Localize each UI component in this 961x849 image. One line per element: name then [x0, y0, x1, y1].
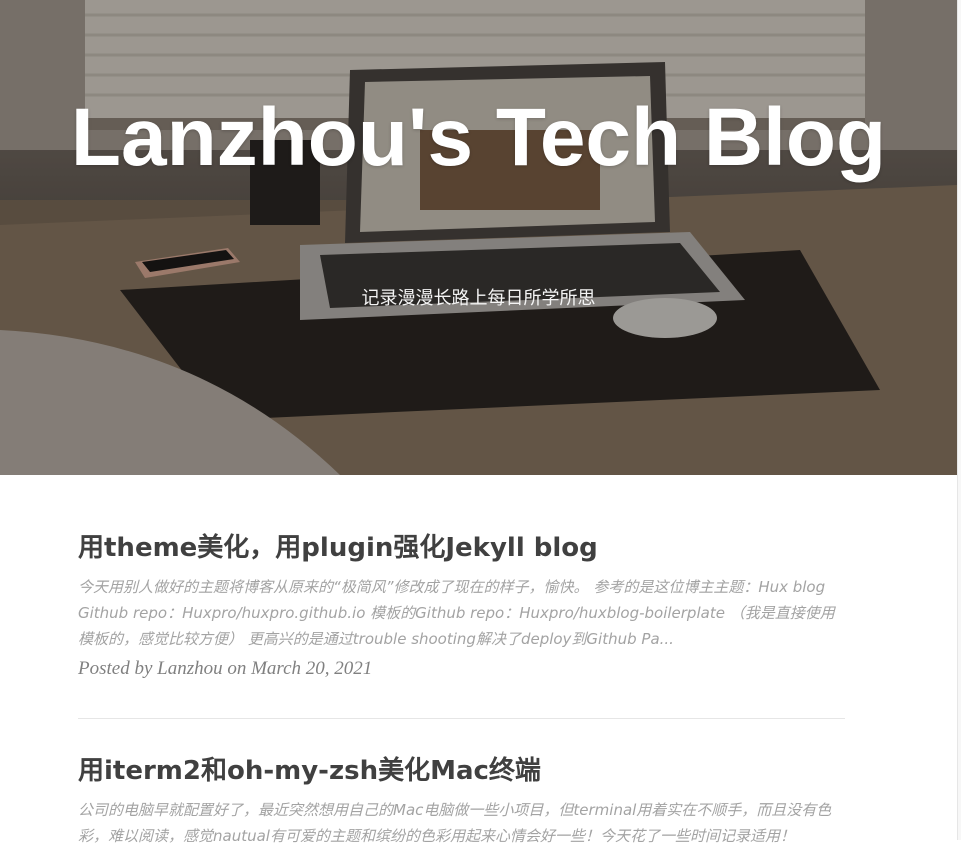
post-preview: 用theme美化，用plugin强化Jekyll blog 今天用别人做好的主题… [78, 528, 845, 682]
post-list: 用theme美化，用plugin强化Jekyll blog 今天用别人做好的主题… [78, 528, 845, 849]
post-title-link[interactable]: 用theme美化，用plugin强化Jekyll blog [78, 528, 845, 568]
hero-header: Lanzhou's Tech Blog 记录漫漫长路上每日所学所思 [0, 0, 957, 475]
post-title-link[interactable]: 用iterm2和oh-my-zsh美化Mac终端 [78, 751, 845, 791]
site-title: Lanzhou's Tech Blog [70, 92, 887, 183]
post-excerpt: 今天用别人做好的主题将博客从原来的“极简风”修改成了现在的样子，愉快。 参考的是… [78, 578, 835, 648]
post-excerpt: 公司的电脑早就配置好了，最近突然想用自己的Mac电脑做一些小项目，但termin… [78, 801, 832, 845]
post-divider [78, 718, 845, 719]
post-preview: 用iterm2和oh-my-zsh美化Mac终端 公司的电脑早就配置好了，最近突… [78, 751, 845, 849]
site-subtitle: 记录漫漫长路上每日所学所思 [361, 288, 596, 309]
hero-overlay [0, 0, 957, 475]
post-meta: Posted by Lanzhou on March 20, 2021 [78, 658, 373, 679]
scrollbar-track[interactable] [957, 0, 961, 840]
